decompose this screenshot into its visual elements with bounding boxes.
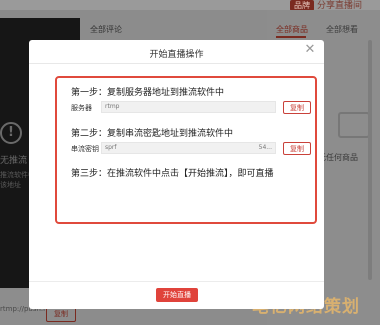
stream-key-label: 串流密钥: [71, 145, 99, 153]
tab-all-goods[interactable]: 全部商品: [276, 24, 308, 35]
steps-box: 第一步：复制服务器地址到推流软件中 服务器 rtmp 复制 第二步：复制串流密匙…: [55, 76, 317, 224]
step2-title: 第二步：复制串流密匙地址到推流软件中: [71, 129, 234, 139]
server-url-field[interactable]: rtmp: [101, 101, 276, 113]
comments-header: 全部评论: [90, 25, 122, 34]
stream-key-value-end: 54...: [258, 144, 272, 151]
copy-server-button[interactable]: 复制: [283, 101, 311, 114]
copy-stream-key-button[interactable]: 复制: [283, 142, 311, 155]
stream-key-field[interactable]: sprf 54...: [101, 142, 276, 154]
dialog-title: 开始直播操作: [149, 50, 204, 60]
empty-box-icon: [338, 112, 370, 138]
no-goods-text: 无任何商品: [318, 153, 358, 162]
divider: [29, 281, 324, 282]
step3-title: 第三步：在推流软件中点击【开始推流】，即可直播: [71, 169, 274, 179]
warning-icon: !: [0, 122, 22, 144]
tab-active-indicator: [276, 36, 306, 38]
server-label: 服务器: [71, 104, 92, 112]
start-live-dialog: 开始直播操作 ✕ 第一步：复制服务器地址到推流软件中 服务器 rtmp 复制 第…: [29, 40, 324, 309]
scrollbar[interactable]: [368, 40, 372, 280]
stream-key-value: sprf: [105, 144, 117, 151]
divider: [29, 63, 324, 64]
close-icon[interactable]: ✕: [303, 43, 317, 57]
no-stream-text: 无推流: [0, 156, 28, 166]
server-url-value: rtmp: [105, 103, 120, 110]
step1-title: 第一步：复制服务器地址到推流软件中: [71, 88, 225, 98]
start-live-button[interactable]: 开始直播: [156, 288, 198, 302]
tab-all-wishes[interactable]: 全部想看: [326, 24, 358, 35]
